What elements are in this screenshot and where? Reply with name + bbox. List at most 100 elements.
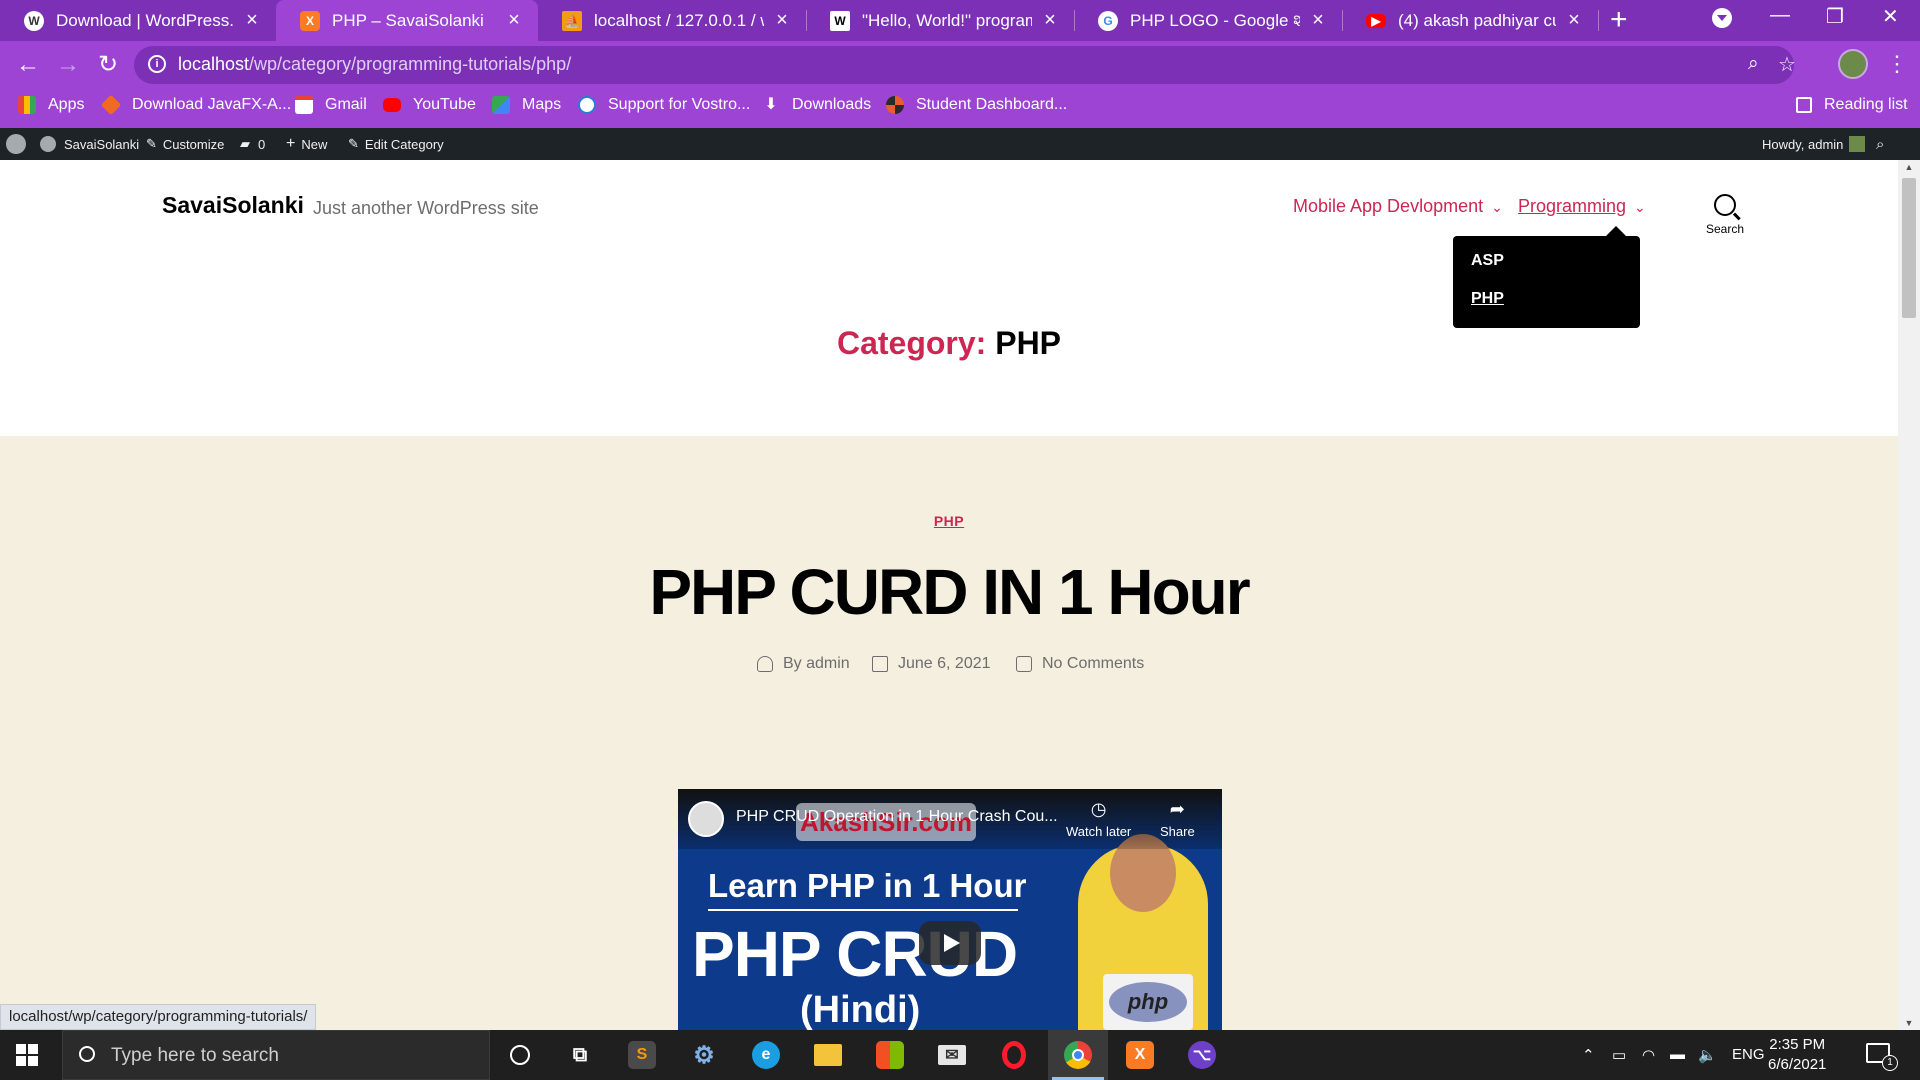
menu-item-programming[interactable]: Programming ⌄ — [1518, 196, 1646, 217]
tab-wordpress-download[interactable]: W Download | WordPress.org × — [0, 0, 276, 41]
scroll-up-icon[interactable]: ▲ — [1898, 162, 1920, 172]
chevron-down-icon[interactable]: ⌄ — [1634, 199, 1646, 216]
bookmark-dell-support[interactable]: Support for Vostro... — [578, 88, 750, 121]
share-button[interactable]: ➦ Share — [1160, 799, 1195, 839]
page-scrollbar[interactable]: ▲ ▼ — [1898, 160, 1920, 1030]
bookmark-downloads[interactable]: ⬇ Downloads — [762, 88, 871, 121]
admin-new-link[interactable]: + New — [286, 128, 327, 160]
play-button[interactable] — [919, 921, 981, 965]
tab-google-search[interactable]: G PHP LOGO - Google શોધ × — [1074, 0, 1342, 41]
tab-hello-world[interactable]: W "Hello, World!" program - W × — [806, 0, 1074, 41]
scroll-down-icon[interactable]: ▼ — [1898, 1018, 1920, 1028]
wifi-icon[interactable]: ◠ — [1642, 1046, 1655, 1064]
address-bar[interactable]: i localhost/wp/category/programming-tuto… — [134, 46, 1796, 84]
reload-icon[interactable]: ↻ — [92, 49, 124, 81]
thumbnail-learn-text: Learn PHP in 1 Hour — [708, 867, 1027, 904]
video-title[interactable]: PHP CRUD Operation in 1 Hour Crash Cou..… — [736, 808, 1058, 826]
close-icon[interactable]: × — [242, 9, 262, 32]
bookmark-gmail[interactable]: Gmail — [295, 88, 367, 121]
scroll-thumb[interactable] — [1902, 178, 1916, 318]
file-explorer-icon[interactable] — [798, 1030, 858, 1080]
wp-logo-icon[interactable] — [6, 128, 26, 160]
menu-item-mobile-app[interactable]: Mobile App Devlopment ⌄ — [1293, 196, 1503, 217]
volume-icon[interactable]: 🔈 — [1698, 1046, 1717, 1064]
star-icon[interactable]: ☆ — [1778, 52, 1796, 77]
notification-count: 1 — [1882, 1055, 1898, 1071]
php-logo-icon: php — [1109, 982, 1187, 1022]
zoom-icon[interactable]: ⌕ — [1748, 53, 1759, 75]
tab-divider — [1598, 10, 1599, 31]
tab-php-savaisolanki[interactable]: X PHP – SavaiSolanki × — [276, 0, 538, 41]
programming-submenu: ASP PHP — [1453, 226, 1640, 328]
taskbar-search-box[interactable]: Type here to search — [62, 1030, 490, 1080]
language-indicator[interactable]: ENG — [1732, 1046, 1765, 1063]
watch-later-label: Watch later — [1066, 824, 1132, 839]
tab-search-icon[interactable] — [1712, 8, 1732, 28]
submenu-item-php[interactable]: PHP — [1471, 290, 1504, 308]
forward-arrow-icon[interactable]: → — [52, 49, 84, 81]
close-window-icon[interactable]: ✕ — [1882, 4, 1899, 29]
bookmark-youtube[interactable]: YouTube — [383, 88, 476, 121]
cortana-icon[interactable] — [490, 1030, 550, 1080]
admin-edit-label: Edit Category — [364, 136, 444, 152]
admin-search-icon[interactable]: ⌕ — [1876, 128, 1884, 160]
close-icon[interactable]: × — [772, 9, 792, 32]
post-comments-link[interactable]: No Comments — [1016, 655, 1144, 673]
person-icon — [757, 656, 773, 672]
windows-start-icon[interactable] — [16, 1044, 38, 1066]
admin-account-menu[interactable]: Howdy, admin — [1762, 128, 1866, 160]
close-icon[interactable]: × — [504, 9, 524, 32]
channel-avatar[interactable] — [688, 801, 724, 837]
tray-overflow-icon[interactable]: ⌃ — [1582, 1046, 1595, 1064]
opera-icon[interactable] — [984, 1030, 1044, 1080]
bookmark-student-dashboard[interactable]: Student Dashboard... — [886, 88, 1067, 121]
chrome-icon[interactable] — [1048, 1030, 1108, 1080]
microsoft-store-icon[interactable] — [860, 1030, 920, 1080]
submenu-item-asp[interactable]: ASP — [1471, 252, 1504, 270]
new-tab-button[interactable]: + — [1610, 5, 1628, 35]
notification-center-icon[interactable]: 1 — [1866, 1043, 1898, 1071]
sublime-text-icon[interactable]: S — [612, 1030, 672, 1080]
tab-youtube[interactable]: ▶ (4) akash padhiyar curd in p × — [1342, 0, 1598, 41]
meet-now-icon[interactable]: ▭ — [1612, 1046, 1626, 1064]
mail-icon[interactable]: ✉ — [922, 1030, 982, 1080]
taskbar-clock[interactable]: 2:35 PM 6/6/2021 — [1768, 1035, 1826, 1075]
menu-dots-icon[interactable]: ⋮ — [1886, 51, 1908, 77]
edge-icon[interactable]: e — [736, 1030, 796, 1080]
close-icon[interactable]: × — [1040, 9, 1060, 32]
tab-phpmyadmin[interactable]: ⛵ localhost / 127.0.0.1 / wp | p × — [538, 0, 806, 41]
bookmark-apps[interactable]: Apps — [18, 88, 84, 121]
admin-edit-category-link[interactable]: ✎ Edit Category — [348, 128, 444, 160]
close-icon[interactable]: × — [1308, 9, 1328, 32]
search-toggle-button[interactable]: Search — [1700, 194, 1750, 236]
youtube-embed[interactable]: Learn PHP in 1 Hour PHP CRUD (Hindi) php… — [678, 789, 1222, 1030]
site-info-icon[interactable]: i — [148, 55, 166, 73]
url-text[interactable]: localhost/wp/category/programming-tutori… — [178, 54, 571, 75]
task-view-icon[interactable]: ⧉ — [550, 1030, 610, 1080]
back-arrow-icon[interactable]: ← — [12, 49, 44, 81]
bookmark-maps[interactable]: Maps — [492, 88, 561, 121]
site-title[interactable]: SavaiSolanki — [162, 192, 304, 219]
watch-later-button[interactable]: ◷ Watch later — [1066, 799, 1131, 839]
battery-icon[interactable]: ▬ — [1670, 1046, 1685, 1063]
github-desktop-icon[interactable]: ⌥ — [1172, 1030, 1232, 1080]
close-icon[interactable]: × — [1564, 9, 1584, 32]
admin-site-link[interactable]: SavaiSolanki — [40, 128, 139, 160]
xampp-icon[interactable]: X — [1110, 1030, 1170, 1080]
settings-gear-icon[interactable]: ⚙ — [674, 1030, 734, 1080]
post-date[interactable]: June 6, 2021 — [872, 655, 991, 673]
reading-list-button[interactable]: Reading list — [1796, 88, 1908, 121]
profile-avatar[interactable] — [1838, 49, 1868, 79]
restore-icon[interactable]: ❐ — [1826, 4, 1844, 29]
wordpress-icon: W — [24, 10, 44, 31]
chevron-down-icon[interactable]: ⌄ — [1491, 199, 1503, 216]
minimize-icon[interactable]: — — [1770, 4, 1790, 27]
post-category-link[interactable]: PHP — [0, 513, 1898, 529]
bookmark-label: Gmail — [325, 95, 367, 113]
admin-customize-link[interactable]: ✎ Customize — [146, 128, 224, 160]
share-icon: ➦ — [1169, 799, 1185, 819]
post-author[interactable]: By admin — [757, 655, 850, 673]
admin-comments-link[interactable]: ▰ 0 — [240, 128, 265, 160]
bookmark-javafx[interactable]: Download JavaFX-A... — [100, 88, 291, 121]
post-title[interactable]: PHP CURD IN 1 Hour — [0, 555, 1898, 629]
